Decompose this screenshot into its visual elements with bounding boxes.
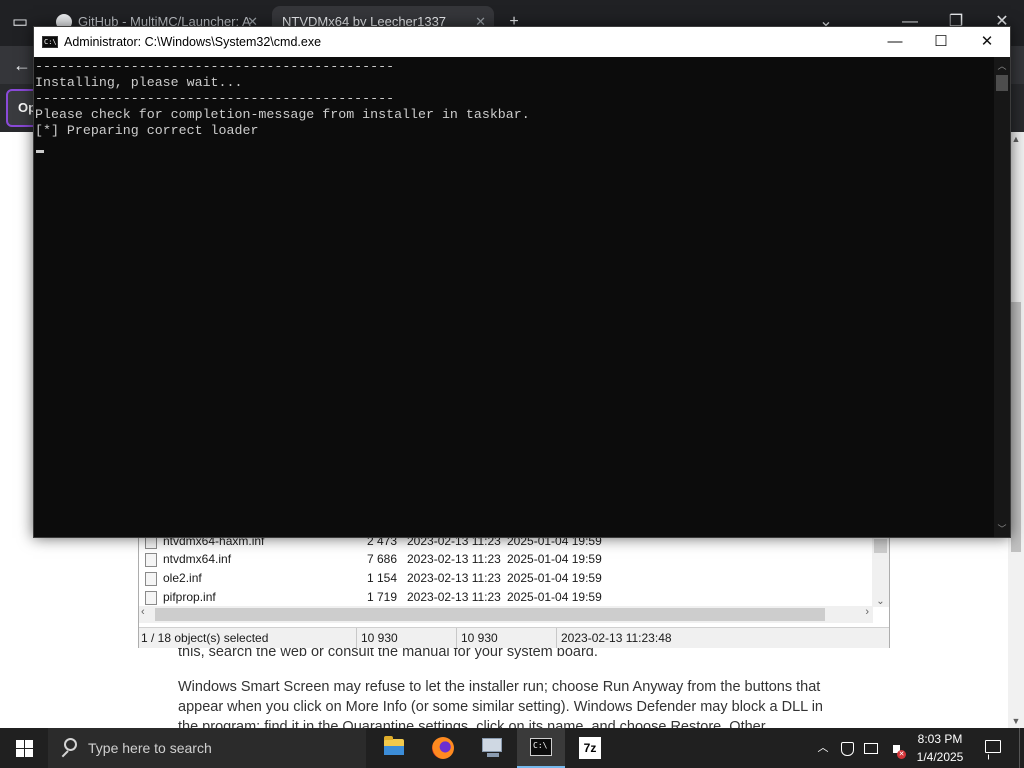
scrollbar-thumb[interactable]: [155, 608, 825, 621]
scroll-left-icon[interactable]: ‹: [141, 606, 145, 618]
scroll-down-icon[interactable]: ▼: [1008, 716, 1024, 726]
status-bar: 1 / 18 object(s) selected 10 930 10 930 …: [139, 627, 889, 648]
console-line: ----------------------------------------…: [35, 91, 395, 106]
network-tool-icon[interactable]: [468, 728, 516, 768]
cmd-app-icon: C:\: [42, 36, 58, 48]
scroll-down-icon[interactable]: ⌄: [872, 596, 889, 607]
firefox-icon[interactable]: [419, 728, 467, 768]
file-name: ole2.inf: [163, 571, 202, 585]
windows-logo-icon: [16, 740, 24, 748]
security-shield-icon[interactable]: [836, 728, 858, 768]
file-icon: [145, 591, 157, 605]
console-line: ----------------------------------------…: [35, 59, 395, 74]
tab-actions-icon[interactable]: ▭: [6, 8, 34, 36]
scroll-up-icon[interactable]: ︿: [994, 59, 1010, 72]
command-prompt-window[interactable]: C:\ Administrator: C:\Windows\System32\c…: [33, 26, 1011, 538]
console-output[interactable]: ----------------------------------------…: [34, 57, 994, 537]
scrollbar-thumb[interactable]: [874, 539, 887, 553]
selected-size: 10 930: [359, 628, 457, 648]
minimize-button[interactable]: —: [872, 27, 918, 57]
file-created: 2025-01-04 19:59: [507, 590, 602, 604]
scroll-down-icon[interactable]: ﹀: [994, 522, 1010, 535]
system-clock[interactable]: 8:03 PM 1/4/2025: [910, 730, 970, 766]
file-list-vertical-scrollbar[interactable]: ⌄: [872, 531, 889, 607]
file-modified: 2023-02-13 11:23: [407, 552, 501, 566]
search-placeholder: Type here to search: [88, 740, 212, 756]
file-size: 1 719: [366, 590, 397, 604]
command-prompt-icon[interactable]: C:\: [517, 728, 565, 768]
file-created: 2025-01-04 19:59: [507, 552, 602, 566]
scroll-right-icon[interactable]: ›: [865, 606, 869, 618]
back-arrow-icon[interactable]: ←: [8, 52, 36, 78]
search-icon: [60, 738, 78, 758]
console-line: Installing, please wait...: [35, 75, 243, 90]
cmd-titlebar[interactable]: C:\ Administrator: C:\Windows\System32\c…: [34, 27, 1010, 57]
start-button[interactable]: [0, 728, 48, 768]
scrollbar-thumb[interactable]: [1011, 302, 1021, 552]
show-desktop-button[interactable]: [1019, 728, 1024, 768]
file-size: 1 154: [366, 571, 397, 585]
scrollbar-thumb[interactable]: [996, 75, 1008, 91]
show-hidden-icons-chevron-icon[interactable]: ︿: [812, 728, 834, 768]
text-cursor: [36, 150, 44, 153]
7zip-file-window: ntvdmx64-haxm.inf 2 473 2023-02-13 11:23…: [138, 530, 890, 648]
taskbar-search-box[interactable]: Type here to search: [48, 728, 366, 768]
clock-time: 8:03 PM: [917, 732, 963, 746]
file-icon: [145, 553, 157, 567]
maximize-button[interactable]: ☐: [918, 27, 964, 57]
network-icon[interactable]: [860, 728, 882, 768]
console-scrollbar[interactable]: ︿ ﹀: [994, 57, 1010, 537]
file-modified: 2023-02-13 11:23: [407, 571, 501, 585]
clock-date: 1/4/2025: [916, 750, 964, 764]
cmd-window-title: Administrator: C:\Windows\System32\cmd.e…: [64, 35, 322, 49]
file-explorer-icon[interactable]: [370, 728, 418, 768]
volume-muted-icon[interactable]: ✕: [884, 728, 908, 768]
7zip-icon[interactable]: 7z: [566, 728, 614, 768]
console-line: Please check for completion-message from…: [35, 107, 530, 122]
file-list-horizontal-scrollbar[interactable]: ‹ ›: [139, 606, 873, 623]
file-name: ntvdmx64.inf: [163, 552, 232, 566]
close-button[interactable]: ✕: [964, 27, 1010, 57]
console-line: [*] Preparing correct loader: [35, 123, 259, 138]
taskbar: Type here to search C:\ 7z ︿ ✕ 8:03 PM 1…: [0, 728, 1024, 768]
file-size: 7 686: [366, 552, 397, 566]
selected-date: 2023-02-13 11:23:48: [561, 631, 672, 645]
file-created: 2025-01-04 19:59: [507, 571, 602, 585]
file-modified: 2023-02-13 11:23: [407, 590, 501, 604]
notifications-icon[interactable]: [978, 728, 1008, 768]
file-icon: [145, 572, 157, 586]
selection-count: 1 / 18 object(s) selected: [139, 628, 357, 648]
file-name: pifprop.inf: [163, 590, 216, 604]
packed-size: 10 930: [459, 628, 557, 648]
